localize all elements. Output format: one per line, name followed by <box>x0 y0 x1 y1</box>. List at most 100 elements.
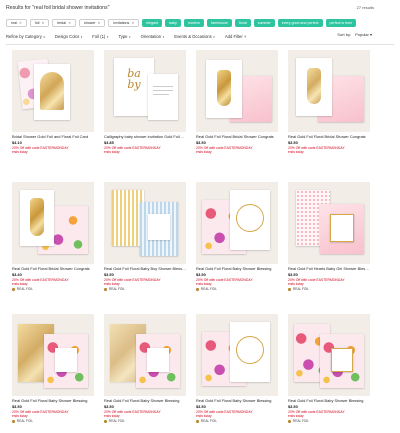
product-card[interactable]: Real Gold Foil Floral Bridal Shower Cong… <box>12 182 94 292</box>
product-price: $3.50 <box>196 271 206 277</box>
chevron-down-icon: ▾ <box>129 35 131 40</box>
real-foil-badge: REAL FOIL <box>196 419 278 424</box>
card-front <box>206 60 242 118</box>
promo-ends: ends today <box>12 149 28 154</box>
product-image[interactable]: ba by <box>104 50 186 132</box>
real-foil-badge: REAL FOIL <box>196 287 278 292</box>
product-title[interactable]: Real Gold Foil Floral Bridal Shower Cong… <box>196 135 278 140</box>
card-front <box>296 58 332 116</box>
product-card[interactable]: Real Gold Foil Floral Bridal Shower Cong… <box>196 50 278 155</box>
product-card[interactable]: Real Gold Foil Floral Baby Boy Shower Bl… <box>104 182 186 292</box>
product-title[interactable]: Calligraphy baby shower invitation Gold … <box>104 135 186 140</box>
filter-category[interactable]: Refine by Category ▾ <box>6 34 45 40</box>
product-title[interactable]: Real Gold Foil Floral Baby Shower Blessi… <box>196 267 278 272</box>
product-price: $3.85 <box>104 139 114 145</box>
chevron-down-icon: ▾ <box>43 35 45 40</box>
promo-ends: ends today <box>104 149 120 154</box>
search-chip[interactable]: bridal ✕ <box>52 19 76 27</box>
chevron-down-icon: ▾ <box>106 35 109 40</box>
product-card[interactable]: Real Gold Foil Floral Baby Shower Blessi… <box>12 314 94 424</box>
foil-icon <box>104 420 108 424</box>
related-tag[interactable]: baby <box>165 19 181 27</box>
promo-ends: ends today <box>288 149 304 154</box>
card-back <box>140 202 178 256</box>
product-image[interactable] <box>196 182 278 264</box>
product-image[interactable] <box>288 314 370 396</box>
search-chip[interactable]: invitations ✕ <box>108 19 140 27</box>
product-card[interactable]: Bridal Shower Gold Foil and Floral Foil … <box>12 50 94 155</box>
product-title[interactable]: Real Gold Foil Floral Baby Boy Shower Bl… <box>104 267 186 272</box>
product-image[interactable] <box>196 50 278 132</box>
filter-orientation[interactable]: Orientation ▾ <box>141 34 165 40</box>
product-title[interactable]: Real Gold Foil Floral Baby Shower Blessi… <box>288 399 370 404</box>
real-foil-badge: REAL FOIL <box>12 419 94 424</box>
close-icon[interactable]: ✕ <box>41 21 44 25</box>
chevron-down-icon: ▾ <box>213 35 215 40</box>
sort-dropdown[interactable]: Sort by: Popular ▾ <box>337 32 372 38</box>
product-price: $3.50 <box>196 403 206 409</box>
inner-label <box>148 214 170 240</box>
card-back <box>148 74 178 120</box>
foil-icon <box>12 288 16 292</box>
product-title[interactable]: Real Gold Foil Floral Bridal Shower Cong… <box>288 135 370 140</box>
chip-label: bridal <box>57 20 67 25</box>
related-tag[interactable]: farmhouse <box>206 19 232 27</box>
product-title[interactable]: Real Gold Foil Floral Bridal Shower Cong… <box>12 267 94 272</box>
close-icon[interactable]: ✕ <box>19 21 22 25</box>
product-title[interactable]: Real Gold Foil Floral Baby Shower Blessi… <box>196 399 278 404</box>
foil-icon <box>196 420 200 424</box>
filter-events[interactable]: Events & Occasions ▾ <box>174 34 215 40</box>
related-tag[interactable]: every good and perfect <box>277 19 323 27</box>
sort-label: Sort by: <box>337 32 352 37</box>
product-price: $4.10 <box>12 139 22 145</box>
product-title[interactable]: Bridal Shower Gold Foil and Floral Foil … <box>12 135 94 140</box>
filter-foil[interactable]: Foil (1) ▾ <box>92 34 108 40</box>
add-filter-button[interactable]: Add Filter + <box>225 34 247 39</box>
related-tag[interactable]: modern <box>183 19 204 27</box>
results-title: Results for "real foil bridal shower inv… <box>6 5 110 11</box>
product-image[interactable] <box>12 182 94 264</box>
close-icon[interactable]: ✕ <box>98 21 101 25</box>
product-title[interactable]: Real Gold Foil Hearts Baby Girl Shower B… <box>288 267 370 272</box>
related-tag[interactable]: summer <box>253 19 275 27</box>
related-tag[interactable]: floral <box>234 19 251 27</box>
product-price: $3.50 <box>288 271 298 277</box>
product-image[interactable] <box>104 314 186 396</box>
related-tag[interactable]: perfect is from <box>325 19 357 27</box>
close-icon[interactable]: ✕ <box>131 21 134 25</box>
product-image[interactable] <box>12 314 94 396</box>
chip-label: foil <box>34 20 40 25</box>
card-front <box>20 190 54 246</box>
search-chip[interactable]: real ✕ <box>6 19 27 27</box>
product-price: $3.50 <box>196 139 206 145</box>
product-image[interactable] <box>196 314 278 396</box>
product-card[interactable]: Real Gold Foil Floral Baby Shower Blessi… <box>104 314 186 424</box>
chevron-down-icon: ▾ <box>368 32 372 37</box>
product-card[interactable]: Real Gold Foil Floral Baby Shower Blessi… <box>196 314 278 424</box>
chip-label: invitations <box>113 20 130 25</box>
real-foil-badge: REAL FOIL <box>288 287 370 292</box>
product-title[interactable]: Real Gold Foil Floral Baby Shower Blessi… <box>12 399 94 404</box>
product-card[interactable]: Real Gold Foil Floral Bridal Shower Cong… <box>288 50 370 155</box>
product-card[interactable]: Real Gold Foil Hearts Baby Girl Shower B… <box>288 182 370 292</box>
chevron-down-icon: ▾ <box>80 35 83 40</box>
product-image[interactable] <box>12 50 94 132</box>
foil-icon <box>104 288 108 292</box>
product-image[interactable] <box>104 182 186 264</box>
product-title[interactable]: Real Gold Foil Floral Baby Shower Blessi… <box>104 399 186 404</box>
foil-icon <box>288 420 292 424</box>
search-chip[interactable]: shower ✕ <box>78 19 106 27</box>
search-chip[interactable]: foil ✕ <box>29 19 50 27</box>
product-image[interactable] <box>288 50 370 132</box>
filter-type[interactable]: Type ▾ <box>118 34 130 40</box>
card-front <box>34 64 70 120</box>
related-tag[interactable]: elegant <box>142 19 162 27</box>
inner-label <box>55 348 77 372</box>
product-card[interactable]: Real Gold Foil Floral Baby Shower Blessi… <box>288 314 370 424</box>
filter-design-color[interactable]: Design Color ▾ <box>55 34 82 40</box>
card-back <box>320 334 364 388</box>
product-card[interactable]: Real Gold Foil Floral Baby Shower Blessi… <box>196 182 278 292</box>
close-icon[interactable]: ✕ <box>68 21 71 25</box>
product-card[interactable]: ba by Calligraphy baby shower invitation … <box>104 50 186 155</box>
product-image[interactable] <box>288 182 370 264</box>
